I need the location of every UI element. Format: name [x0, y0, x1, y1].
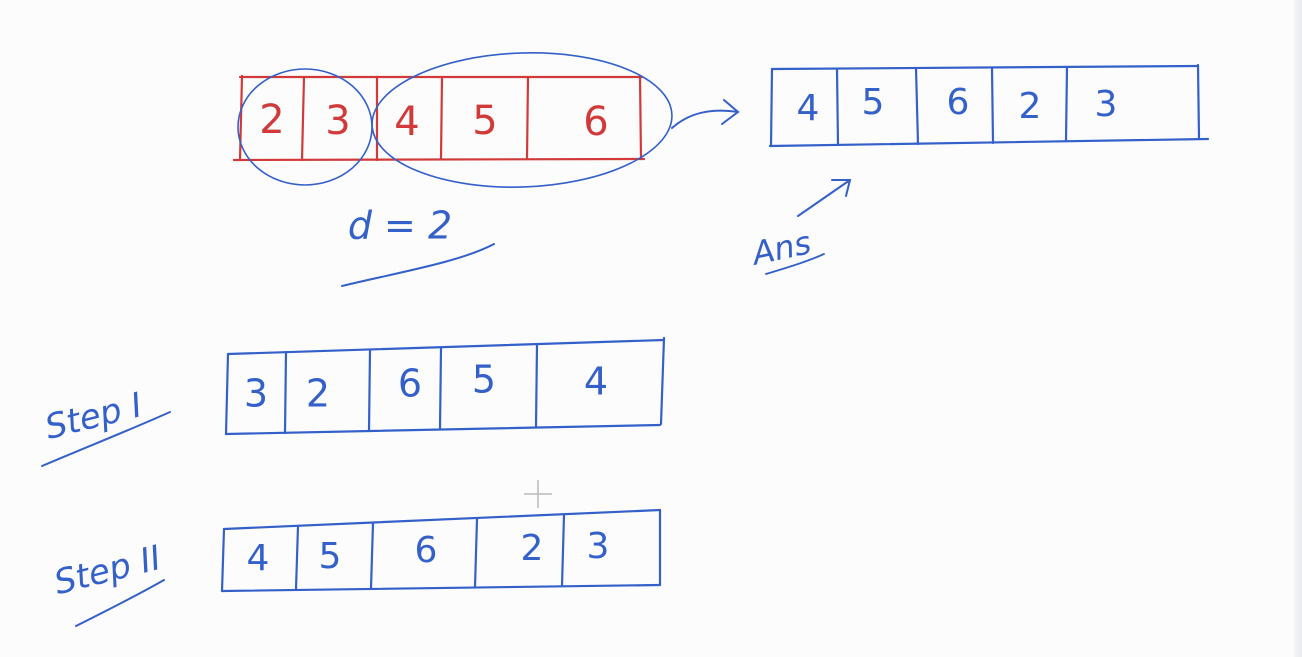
step1-array-divider: [367, 348, 372, 433]
step2-array: 4 5 6 2 3: [220, 508, 662, 593]
answer-array-cell: 6: [947, 82, 970, 123]
step1-array-divider: [534, 343, 539, 429]
answer-array-bottom-line: [768, 137, 1210, 148]
answer-array-top-line: [770, 64, 1200, 71]
original-array-cell: 3: [325, 98, 350, 144]
original-array-cell: 6: [583, 99, 608, 145]
answer-array-cell: 2: [1019, 86, 1042, 127]
step2-label: Step II: [50, 538, 165, 603]
whiteboard-drawing: 2 3 4 5 6 d = 2 4 5 6 2 3 Ans Step I 3 2…: [41, 52, 1210, 627]
step1-array-cell: 4: [584, 360, 608, 404]
step1-array-cell: 3: [244, 372, 268, 416]
answer-array-divider: [769, 67, 774, 148]
step2-array-divider: [369, 521, 375, 590]
answer-array-divider: [1196, 63, 1201, 140]
answer-array-cell: 5: [862, 82, 885, 123]
original-array-divider: [439, 75, 444, 161]
step1-array-divider: [438, 346, 443, 431]
answer-array-divider: [990, 66, 995, 145]
step2-array-cell: 5: [319, 536, 342, 577]
original-array-cell: 2: [259, 97, 284, 143]
step2-array-cell: 6: [415, 530, 438, 571]
step1-array-divider: [659, 336, 666, 426]
answer-array-cell: 3: [1095, 84, 1118, 125]
step1-array-cell: 5: [472, 358, 496, 402]
original-array-cell: 5: [472, 98, 497, 144]
step1-label: Step I: [41, 385, 146, 448]
step1-array-cell: 6: [398, 362, 422, 406]
step1-array-cell: 2: [306, 372, 330, 416]
original-array-divider: [300, 75, 306, 162]
step1-array-divider: [224, 352, 230, 436]
d-value-underline: [341, 243, 495, 287]
step2-array-divider: [473, 517, 479, 589]
answer-label: Ans: [747, 223, 814, 273]
window-edge: [1294, 0, 1302, 657]
original-array: 2 3 4 5 6: [232, 74, 646, 162]
answer-array-divider: [914, 66, 920, 146]
step1-array-bottom-line: [224, 423, 662, 436]
step1-array: 3 2 6 5 4: [224, 336, 666, 436]
step2-array-cell: 2: [521, 528, 544, 569]
original-array-divider: [638, 74, 643, 161]
answer-array-divider: [1064, 65, 1069, 143]
step2-array-cell: 3: [587, 526, 610, 567]
original-array-divider: [525, 75, 530, 161]
original-array-cell: 4: [394, 99, 419, 145]
cursor-crosshair-icon: [524, 480, 552, 508]
first-part-circle: [237, 68, 373, 186]
answer-array: 4 5 6 2 3: [768, 63, 1210, 148]
answer-array-divider: [835, 67, 840, 147]
d-value-label: d = 2: [348, 204, 452, 248]
step2-array-divider: [294, 524, 300, 591]
step2-array-bottom-line: [220, 583, 662, 593]
original-array-bottom-line: [232, 157, 646, 162]
step1-array-divider: [283, 350, 288, 435]
step2-array-cell: 4: [247, 538, 270, 579]
step2-array-divider: [560, 513, 566, 588]
step1-array-top-line: [226, 338, 666, 356]
step2-array-divider: [220, 527, 226, 593]
answer-array-cell: 4: [797, 88, 820, 129]
transform-arrow: [671, 99, 740, 129]
answer-pointer-arrow: [797, 179, 852, 217]
whiteboard-canvas: 2 3 4 5 6 d = 2 4 5 6 2 3 Ans Step I 3 2…: [0, 0, 1302, 657]
